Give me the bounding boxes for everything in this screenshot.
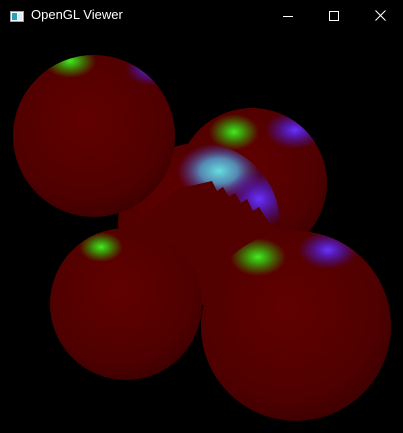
window-title: OpenGL Viewer <box>31 7 123 22</box>
opengl-render-viewport[interactable] <box>7 31 396 425</box>
close-icon <box>374 10 386 21</box>
sphere-lower-left <box>50 228 202 380</box>
close-button[interactable] <box>357 0 403 31</box>
sphere-lower-right <box>201 231 391 421</box>
maximize-icon <box>329 10 339 21</box>
title-bar[interactable]: OpenGL Viewer <box>0 0 403 31</box>
maximize-button[interactable] <box>311 0 357 31</box>
minimize-button[interactable] <box>265 0 311 31</box>
opengl-viewer-window: OpenGL Viewer <box>0 0 403 433</box>
minimize-icon <box>283 11 293 21</box>
rendered-scene <box>13 55 391 421</box>
app-window-icon <box>10 9 24 22</box>
